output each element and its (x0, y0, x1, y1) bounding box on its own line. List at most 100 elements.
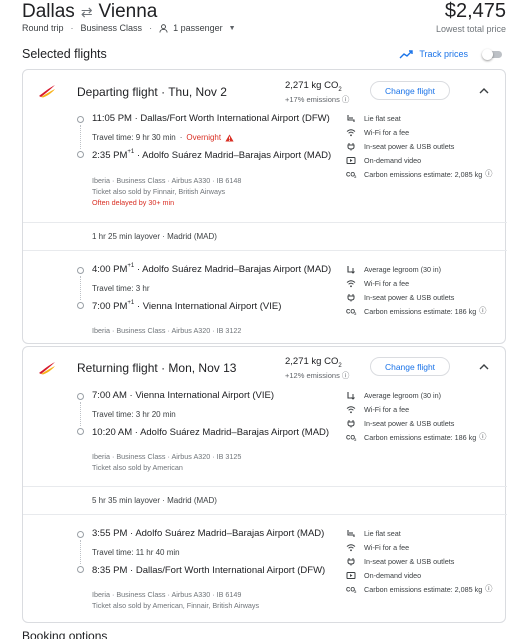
co2-subscript: 2 (338, 362, 342, 369)
departing-date: Thu, Nov 2 (168, 85, 227, 99)
layover-row: 1 hr 25 min layover · Madrid (MAD) (23, 222, 507, 251)
next-day-marker: +1 (127, 149, 135, 155)
arrival-time: 8:35 PM (92, 565, 128, 576)
trending-icon (399, 49, 414, 58)
amenity-row: In-seat power & USB outlets (346, 554, 506, 568)
travel-time: Travel time: 11 hr 40 min (92, 548, 180, 557)
arrival-time: 7:00 PM (92, 301, 128, 312)
info-icon[interactable]: ⓘ (479, 432, 486, 442)
departing-flight-card: Departing flight · Thu, Nov 2 2,271 kg C… (22, 69, 507, 344)
flight-details: Iberia · Business Class · Airbus A330 · … (92, 175, 241, 208)
amenity-row: Wi-Fi for a fee (346, 125, 506, 139)
iberia-logo-icon (39, 85, 55, 98)
booking-options-heading: Booking options (22, 629, 108, 639)
travel-time-row: Travel time: 9 hr 30 min · Overnight (92, 133, 234, 142)
info-icon[interactable]: ⓘ (342, 95, 350, 104)
timeline-dot (77, 267, 84, 274)
timeline-line (80, 540, 81, 564)
amenities-list: Average legroom (30 in) Wi-Fi for a fee In… (346, 262, 506, 318)
arrival-airport: Dallas/Fort Worth International Airport … (135, 565, 326, 576)
timeline-line (80, 125, 81, 149)
departure-airport: Dallas/Fort Worth International Airport … (140, 113, 330, 124)
travel-time: Travel time: 3 hr (92, 284, 150, 293)
origin-city: Dallas (22, 1, 75, 22)
flight-details: Iberia · Business Class · Airbus A330 · … (92, 589, 259, 611)
track-prices-toggle[interactable] (482, 49, 504, 60)
amenity-row: CO 2 Carbon emissions estimate: 186 kg ⓘ (346, 304, 506, 318)
arrival-time: 10:20 AM (92, 427, 133, 438)
cabin-class: Business Class (80, 23, 143, 33)
timeline-line (80, 402, 81, 426)
iberia-logo-icon (39, 362, 55, 375)
power-icon (346, 292, 360, 302)
arrival-airport: Adolfo Suárez Madrid–Barajas Airport (MA… (142, 150, 332, 161)
info-icon[interactable]: ⓘ (485, 584, 492, 594)
amenities-list: Lie flat seat Wi-Fi for a fee In-seat powe… (346, 526, 506, 596)
arrival-airport: Adolfo Suárez Madrid–Barajas Airport (MA… (140, 427, 330, 438)
seat-icon (346, 528, 360, 538)
amenity-row: Average legroom (30 in) (346, 262, 506, 276)
power-icon (346, 556, 360, 566)
amenity-label: In-seat power & USB outlets (364, 418, 455, 428)
chevron-up-icon[interactable] (479, 87, 489, 95)
amenity-row: Wi-Fi for a fee (346, 402, 506, 416)
returning-date: Mon, Nov 13 (168, 361, 237, 375)
trip-header: Dallas ⇄ Vienna Round trip · Business Cl… (22, 0, 506, 40)
also-sold-by: Ticket also sold by Finnair, British Air… (92, 187, 226, 196)
track-prices-label: Track prices (419, 49, 468, 59)
amenity-row: Wi-Fi for a fee (346, 540, 506, 554)
amenity-row: Lie flat seat (346, 526, 506, 540)
departure-airport: Adolfo Suárez Madrid–Barajas Airport (MA… (142, 264, 332, 275)
timeline-dot (77, 566, 84, 573)
seat-icon (346, 113, 360, 123)
next-day-marker: +1 (127, 300, 135, 306)
overnight-label: Overnight (186, 133, 222, 142)
wifi-icon (346, 278, 360, 288)
toggle-knob (482, 49, 493, 60)
power-icon (346, 141, 360, 151)
chevron-up-icon[interactable] (479, 363, 489, 371)
amenity-label: Carbon emissions estimate: 186 kg (364, 432, 477, 442)
departure-airport: Adolfo Suárez Madrid–Barajas Airport (MA… (135, 528, 325, 539)
amenity-row: In-seat power & USB outlets (346, 139, 506, 153)
returning-title-text: Returning flight (77, 361, 158, 375)
warning-icon (225, 133, 234, 142)
caret-down-icon: ▼ (228, 24, 236, 32)
info-icon[interactable]: ⓘ (342, 371, 350, 380)
info-icon[interactable]: ⓘ (485, 169, 492, 179)
change-returning-flight-button[interactable]: Change flight (370, 357, 450, 376)
co2-value: 2,271 kg CO (285, 356, 339, 367)
wifi-icon (346, 542, 360, 552)
departure-row: 3:55 PM · Adolfo Suárez Madrid–Barajas A… (92, 528, 325, 539)
info-icon[interactable]: ⓘ (479, 306, 486, 316)
timeline-dot (77, 151, 84, 158)
svg-text:2: 2 (354, 312, 356, 315)
amenity-row: In-seat power & USB outlets (346, 290, 506, 304)
amenity-row: On-demand video (346, 153, 506, 167)
passenger-selector[interactable]: 1 passenger ▼ (159, 23, 236, 33)
round-trip-arrows-icon: ⇄ (80, 3, 93, 20)
amenity-row: In-seat power & USB outlets (346, 416, 506, 430)
departing-flight-title: Departing flight · Thu, Nov 2 (77, 85, 227, 99)
co2-value: 2,271 kg CO (285, 80, 339, 91)
departure-row: 4:00 PM+1 · Adolfo Suárez Madrid–Barajas… (92, 263, 332, 275)
departing-title-text: Departing flight (77, 85, 158, 99)
amenity-label: In-seat power & USB outlets (364, 141, 455, 151)
flight-details-text: Iberia · Business Class · Airbus A330 · … (92, 590, 242, 599)
separator-dot: · (70, 23, 74, 33)
total-price: $2,475 (444, 0, 506, 22)
timeline-line (80, 276, 81, 300)
delay-warning: Often delayed by 30+ min (92, 198, 175, 207)
change-departing-flight-button[interactable]: Change flight (370, 81, 450, 100)
svg-text:2: 2 (354, 590, 356, 593)
wifi-icon (346, 404, 360, 414)
amenity-row: CO 2 Carbon emissions estimate: 186 kg ⓘ (346, 430, 506, 444)
returning-co2: 2,271 kg CO2 (285, 356, 342, 369)
travel-time-row: Travel time: 3 hr (92, 284, 150, 293)
amenity-label: Carbon emissions estimate: 2,085 kg (364, 584, 483, 594)
route-title: Dallas ⇄ Vienna (22, 1, 157, 23)
co2-icon: CO 2 (346, 169, 360, 179)
travel-time: Travel time: 9 hr 30 min (92, 133, 176, 142)
track-prices-link[interactable]: Track prices (399, 49, 468, 59)
returning-flight-card: Returning flight · Mon, Nov 13 2,271 kg … (22, 346, 507, 623)
